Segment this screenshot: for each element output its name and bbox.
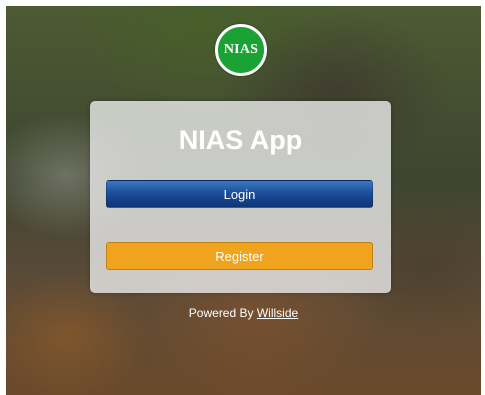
logo-text: NIAS: [223, 42, 259, 57]
app-title: NIAS App: [178, 125, 303, 155]
footer-prefix: Powered By: [188, 306, 254, 320]
willside-link[interactable]: Willside: [257, 306, 298, 320]
login-button[interactable]: Login: [106, 180, 373, 208]
footer: Powered By Willside: [6, 306, 481, 320]
background-photo: NIAS NIAS App Login Register Powered By …: [6, 6, 481, 395]
register-button[interactable]: Register: [106, 242, 373, 270]
login-card: NIAS App Login Register: [90, 101, 391, 293]
nias-logo: NIAS: [215, 24, 267, 76]
